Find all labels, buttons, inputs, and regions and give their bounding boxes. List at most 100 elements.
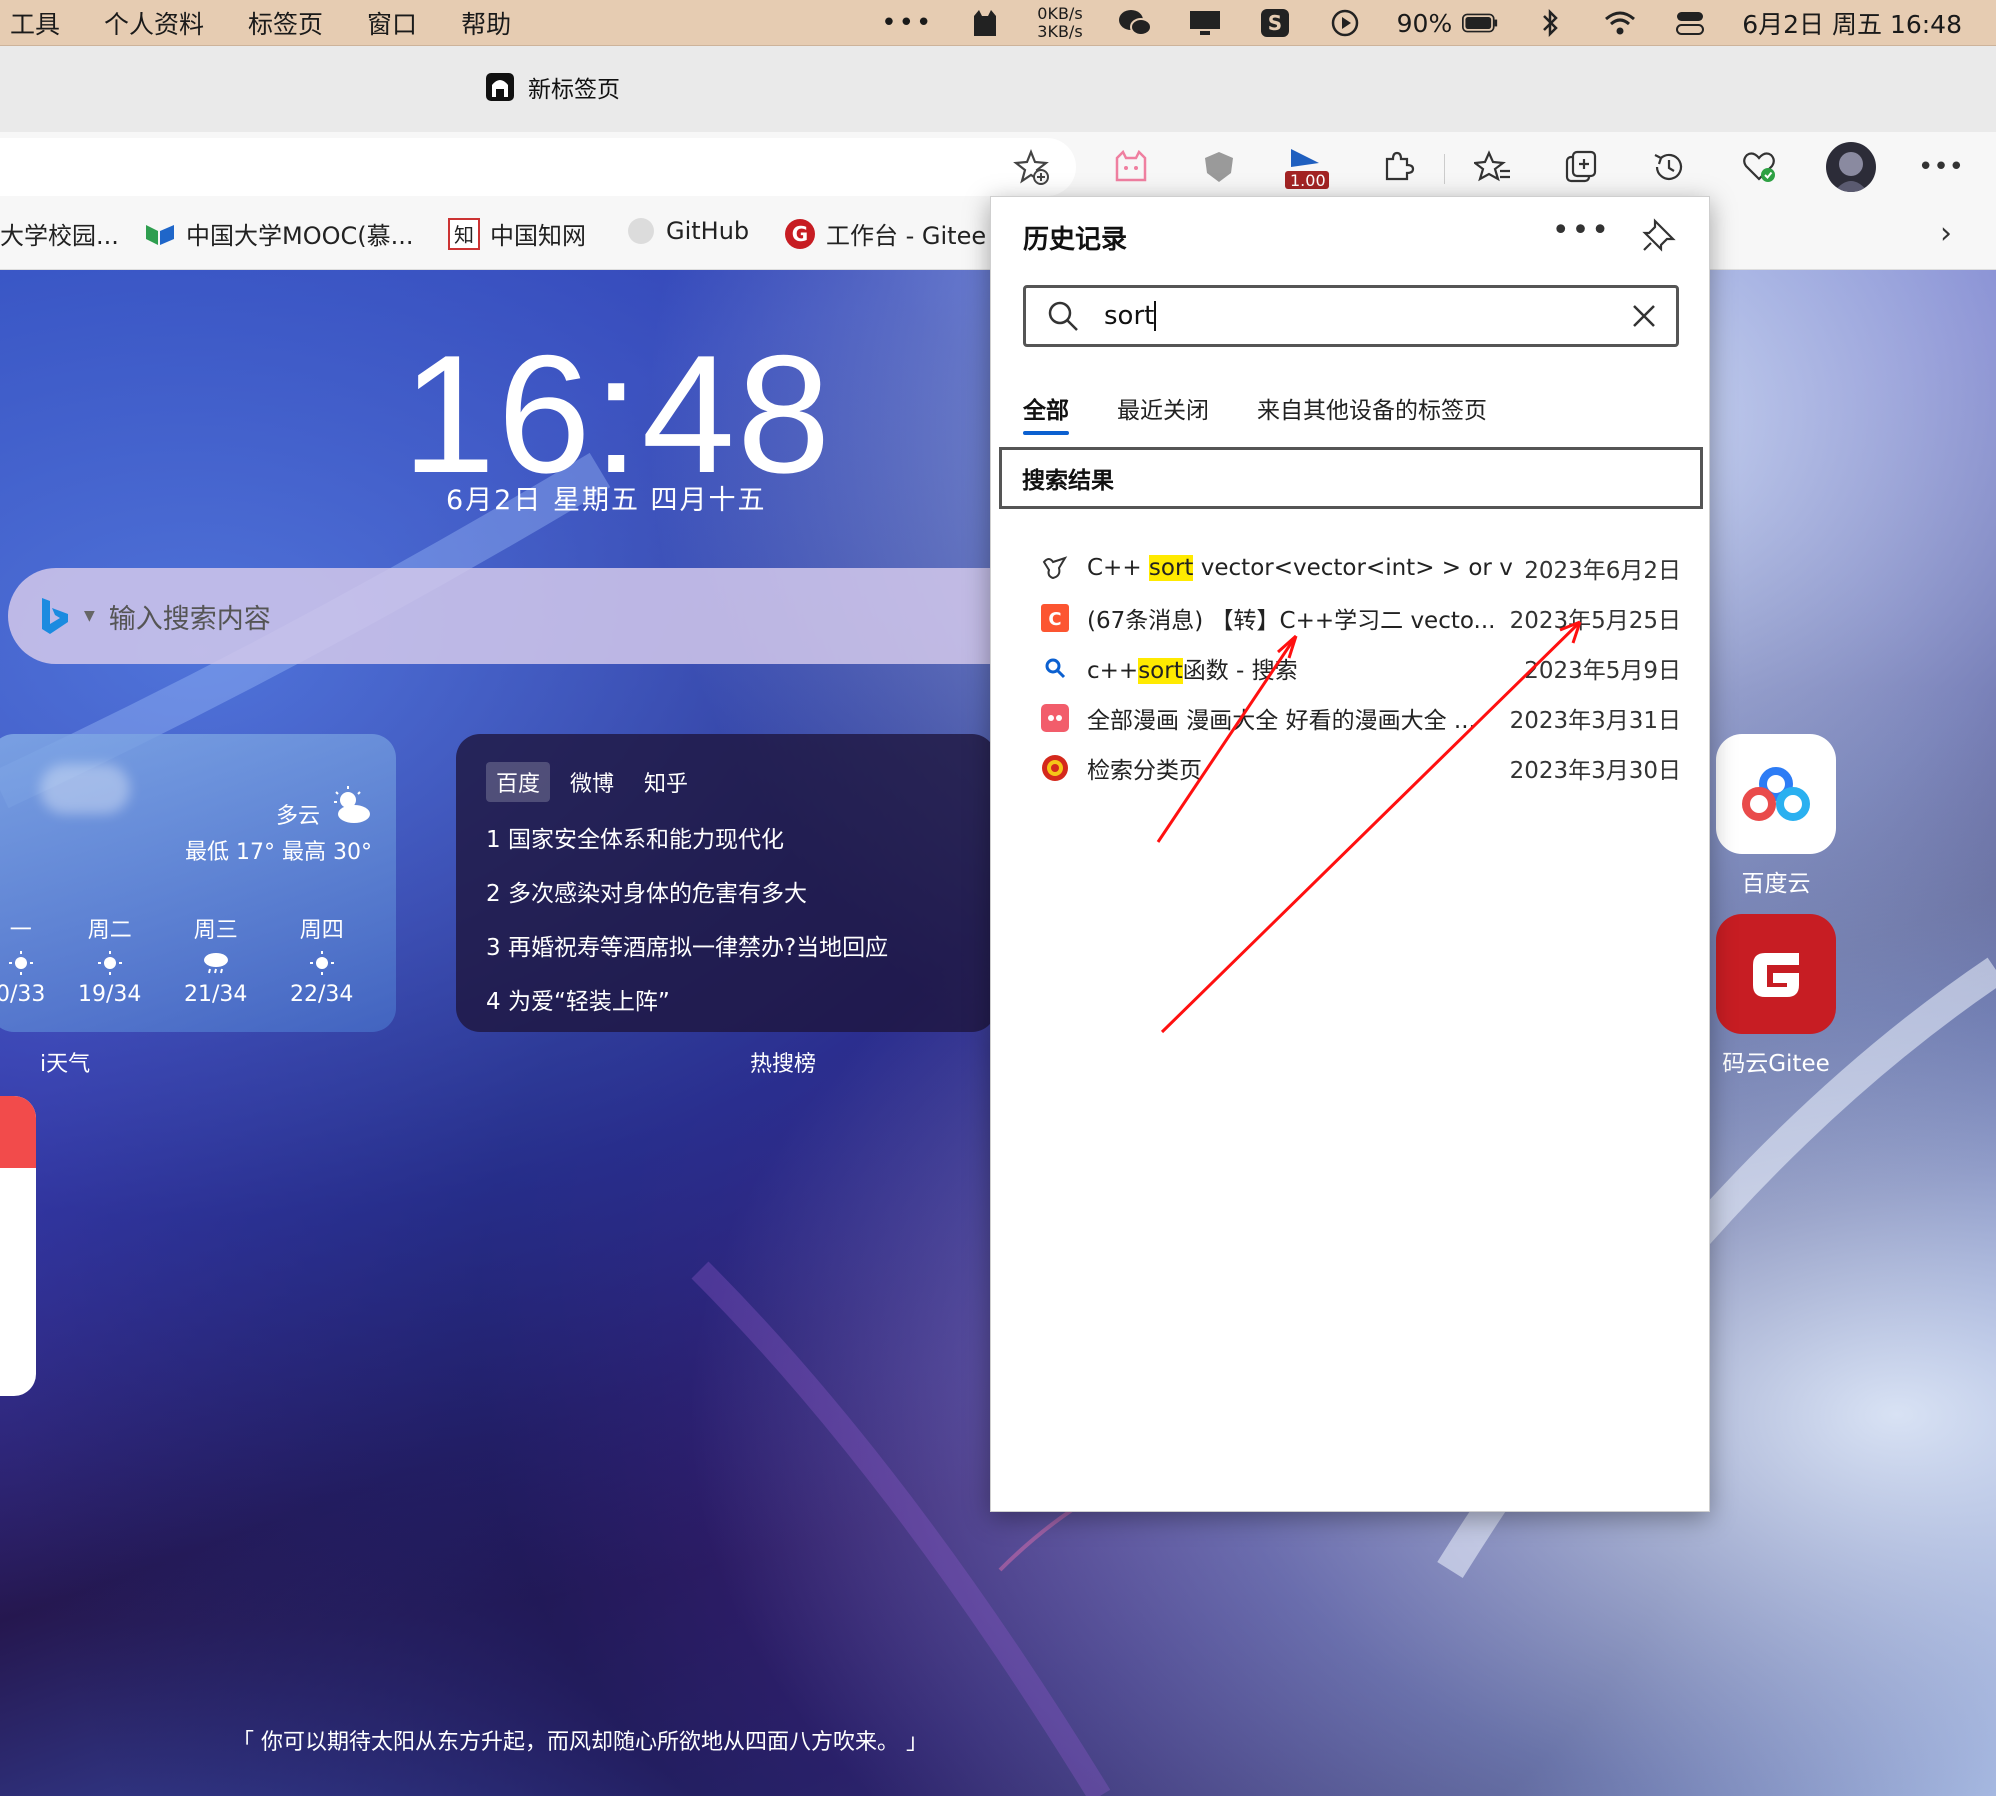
history-result-title: c++sort函数 - 搜索 <box>1087 651 1512 685</box>
shield-extension-icon[interactable] <box>1196 144 1242 190</box>
menu-item[interactable]: 窗口 <box>367 5 417 41</box>
battery-icon[interactable] <box>1462 8 1498 38</box>
extensions-icon[interactable] <box>1374 144 1420 190</box>
wechat-icon[interactable] <box>1117 8 1153 38</box>
title-text: C++ <box>1087 555 1149 581</box>
menu-item[interactable]: 工具 <box>10 5 60 41</box>
tab-new-tab[interactable]: 新标签页 <box>484 70 620 104</box>
sun-icon <box>309 951 334 975</box>
display-icon[interactable] <box>1187 8 1223 38</box>
speed-badge: 1.00 <box>1290 171 1326 190</box>
menu-item[interactable]: 帮助 <box>461 5 511 41</box>
bookmark-campus[interactable]: 大学校园... <box>0 216 119 251</box>
history-result-title: 检索分类页 <box>1087 751 1498 785</box>
weather-widget[interactable]: 多云 最低 17° 最高 30° 一 0/33 周二 19/34 周三 21/3… <box>0 734 396 1032</box>
history-more-icon[interactable]: ••• <box>1552 213 1611 248</box>
sogou-icon[interactable]: S <box>1257 8 1293 38</box>
play-icon[interactable] <box>1327 8 1363 38</box>
tab-other-devices[interactable]: 来自其他设备的标签页 <box>1257 391 1487 425</box>
history-result-row[interactable]: 全部漫画 漫画大全 好看的漫画大全 ... 2023年3月31日 <box>1041 693 1681 743</box>
forecast-day-name: 周三 <box>193 918 238 943</box>
hot-widget-label: 热搜榜 <box>750 1052 817 1077</box>
history-result-row[interactable]: c++sort函数 - 搜索 2023年5月9日 <box>1041 643 1681 693</box>
history-result-date: 2023年5月9日 <box>1524 658 1681 684</box>
baidu-cloud-tile[interactable] <box>1716 734 1836 854</box>
search-icon <box>1041 654 1069 682</box>
history-result-row[interactable]: 检索分类页 2023年3月30日 <box>1041 743 1681 793</box>
hot-tabs: 百度 微博 知乎 <box>486 762 698 802</box>
more-icon[interactable]: ••• <box>881 8 933 38</box>
bookmark-mooc[interactable]: 中国大学MOOC(慕... <box>144 216 414 251</box>
tab-recently-closed[interactable]: 最近关闭 <box>1117 391 1209 425</box>
address-bar[interactable] <box>0 138 1076 196</box>
search-placeholder: 输入搜索内容 <box>108 603 271 635</box>
pin-icon[interactable] <box>1641 217 1677 253</box>
history-search-input[interactable]: sort <box>1023 285 1679 347</box>
svg-text:G: G <box>792 222 808 246</box>
baidu-cloud-icon <box>1742 767 1810 821</box>
network-speed: 0KB/s 3KB/s <box>1037 5 1082 41</box>
speed-extension-icon[interactable]: 1.00 <box>1282 144 1332 190</box>
history-result-row[interactable]: C (67条消息) 【转】C++学习二 vecto... 2023年5月25日 <box>1041 593 1681 643</box>
control-center-icon[interactable] <box>1672 8 1708 38</box>
hot-search-widget[interactable]: 百度 微博 知乎 1 国家安全体系和能力现代化 2 多次感染对身体的危害有多大 … <box>456 734 996 1032</box>
profile-avatar[interactable] <box>1826 142 1876 192</box>
history-result-date: 2023年3月30日 <box>1509 758 1681 784</box>
history-panel: 历史记录 ••• sort 全部 最近关闭 来自其他设备的标签页 搜索结果 C+… <box>990 196 1710 1512</box>
health-icon[interactable] <box>1736 144 1782 190</box>
hot-item[interactable]: 4 为爱“轻装上阵” <box>486 982 670 1016</box>
emblem-icon <box>1041 754 1069 782</box>
history-result-row[interactable]: C++ sort vector<vector<int> > or v... 202… <box>1041 543 1681 593</box>
hot-item[interactable]: 1 国家安全体系和能力现代化 <box>486 820 784 854</box>
sun-icon <box>8 951 33 975</box>
baidu-cloud-label: 百度云 <box>1741 871 1811 897</box>
menu-item[interactable]: 个人资料 <box>104 5 204 41</box>
hot-item[interactable]: 3 再婚祝寿等酒席拟一律禁办?当地回应 <box>486 928 888 962</box>
match-highlight: sort <box>1148 555 1194 581</box>
gitee-tile[interactable] <box>1716 914 1836 1034</box>
settings-more-icon[interactable]: ••• <box>1918 144 1964 190</box>
bookmark-label: 中国大学MOOC(慕... <box>186 222 414 250</box>
history-result-title: 全部漫画 漫画大全 好看的漫画大全 ... <box>1087 701 1498 735</box>
cat-icon[interactable] <box>967 8 1003 38</box>
svg-text:S: S <box>1267 11 1281 35</box>
history-result-title: C++ sort vector<vector<int> > or v... <box>1087 555 1512 581</box>
hot-item[interactable]: 2 多次感染对身体的危害有多大 <box>486 874 807 908</box>
tab-all[interactable]: 全部 <box>1023 391 1069 435</box>
history-title: 历史记录 <box>1023 225 1128 255</box>
cat-extension-icon[interactable] <box>1108 144 1154 190</box>
hot-tab-baidu[interactable]: 百度 <box>486 762 551 802</box>
github-icon <box>628 218 654 244</box>
weather-widget-label: i天气 <box>40 1052 91 1077</box>
cloud-decoration <box>40 764 130 814</box>
bookmark-gitee[interactable]: G 工作台 - Gitee <box>784 216 986 251</box>
bookmarks-overflow-chevron-icon[interactable]: › <box>1940 216 1952 251</box>
bird-icon <box>1041 554 1069 582</box>
clear-search-icon[interactable] <box>1626 298 1662 334</box>
bookmark-label: 中国知网 <box>490 222 586 250</box>
search-value: sort <box>1104 300 1155 331</box>
menu-item[interactable]: 标签页 <box>248 5 323 41</box>
bing-icon[interactable] <box>38 596 72 636</box>
add-favorite-icon[interactable] <box>1008 144 1054 190</box>
menu-clock[interactable]: 6月2日 周五 16:48 <box>1742 5 1962 41</box>
engine-dropdown-icon[interactable]: ▼ <box>84 608 95 624</box>
hot-tab-weibo[interactable]: 微博 <box>560 762 624 802</box>
bookmark-label: GitHub <box>666 217 750 245</box>
status-area: ••• 0KB/s 3KB/s S 90% 6月2日 周五 16:48 <box>881 0 1962 46</box>
hot-tab-zhihu[interactable]: 知乎 <box>634 762 698 802</box>
search-results-header: 搜索结果 <box>999 447 1703 509</box>
history-icon[interactable] <box>1646 144 1692 190</box>
daily-quote: 「 你可以期待太阳从东方升起，而风却随心所欲地从四面八方吹来。 」 <box>232 1730 928 1755</box>
wifi-icon[interactable] <box>1602 8 1638 38</box>
favorites-icon[interactable] <box>1470 144 1516 190</box>
forecast-temp: 21/34 <box>184 982 248 1007</box>
bookmark-cnki[interactable]: 知 中国知网 <box>448 216 586 251</box>
search-icon <box>1048 301 1078 331</box>
bookmark-github[interactable]: GitHub <box>626 216 749 246</box>
rain-cloud-icon <box>203 953 228 974</box>
collections-icon[interactable] <box>1558 144 1604 190</box>
calendar-widget[interactable] <box>0 1096 36 1396</box>
bluetooth-icon[interactable] <box>1532 8 1568 38</box>
newtab-search[interactable]: ▼ 输入搜索内容 <box>8 568 1068 664</box>
